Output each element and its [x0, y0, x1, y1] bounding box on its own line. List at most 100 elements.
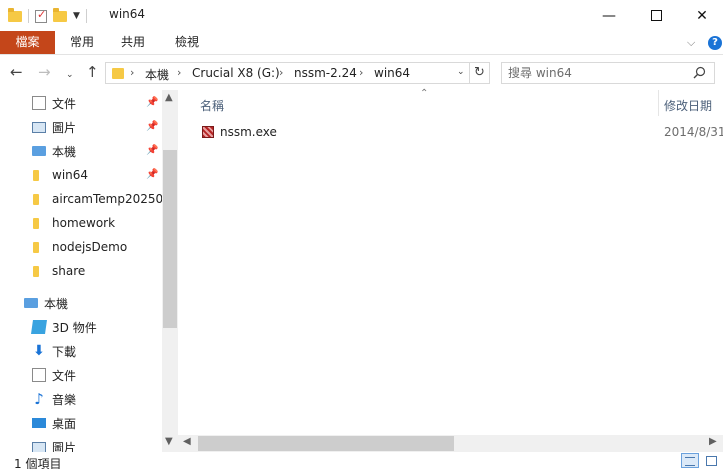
nav-item-label: 本機	[52, 144, 77, 159]
music-icon: ♪	[34, 390, 44, 408]
folder-icon	[33, 170, 39, 181]
nav-item-label: 3D 物件	[52, 320, 97, 335]
address-dropdown-icon[interactable]: ⌄	[457, 67, 465, 77]
navigation-bar: ← → ⌄ ↑ › 本機 › Crucial X8 (G:) › nssm-2.…	[0, 56, 723, 90]
scroll-left-icon[interactable]: ◀	[183, 436, 191, 447]
minimize-button[interactable]: —	[586, 0, 632, 31]
customize-toolbar-icon[interactable]: ▼	[73, 11, 80, 21]
maximize-button[interactable]	[633, 0, 679, 31]
nav-item-3d-objects[interactable]: 3D 物件	[0, 315, 162, 339]
scroll-right-icon[interactable]: ▶	[709, 436, 717, 447]
nav-item-homework[interactable]: homework	[0, 211, 162, 235]
column-header-date-modified[interactable]: 修改日期	[664, 97, 712, 114]
tab-home[interactable]: 常用	[62, 31, 102, 54]
navigation-pane-scrollbar[interactable]: ▲ ▼	[162, 90, 178, 452]
file-list-horizontal-scrollbar[interactable]: ◀ ▶	[178, 435, 723, 452]
folder-icon	[33, 266, 39, 277]
new-folder-icon[interactable]	[53, 7, 67, 22]
this-pc-icon	[24, 298, 38, 308]
desktop-icon	[32, 418, 46, 428]
breadcrumb-nssm[interactable]: nssm-2.24	[294, 66, 357, 80]
folder-icon	[33, 242, 39, 253]
nav-item-documents-pc[interactable]: 文件	[0, 363, 162, 387]
breadcrumb-drive[interactable]: Crucial X8 (G:)	[192, 66, 280, 80]
nav-item-music[interactable]: ♪ 音樂	[0, 387, 162, 411]
folder-icon	[8, 7, 22, 22]
nav-item-label: 桌面	[52, 416, 77, 431]
search-icon[interactable]	[693, 66, 706, 79]
nav-item-label: 圖片	[52, 440, 77, 453]
nav-item-share[interactable]: share	[0, 259, 162, 283]
pictures-icon	[32, 442, 46, 452]
nav-item-this-pc-pinned[interactable]: 本機 📌	[0, 139, 162, 163]
nav-item-downloads[interactable]: ⬇ 下載	[0, 339, 162, 363]
item-count: 1 個項目	[14, 457, 62, 469]
toolbar-divider	[85, 9, 87, 23]
file-date-modified: 2014/8/31	[664, 125, 723, 139]
tab-share[interactable]: 共用	[113, 31, 153, 54]
column-header-name[interactable]: 名稱	[200, 97, 224, 114]
nav-item-pictures[interactable]: 圖片 📌	[0, 115, 162, 139]
details-view-icon[interactable]	[681, 453, 699, 468]
large-icons-view-icon[interactable]	[703, 453, 719, 468]
tab-file[interactable]: 檔案	[0, 31, 55, 54]
back-arrow-icon[interactable]: ←	[10, 64, 23, 80]
tab-view[interactable]: 檢視	[167, 31, 207, 54]
file-row[interactable]: nssm.exe 2014/8/31	[200, 123, 723, 143]
recent-locations-icon[interactable]: ⌄	[66, 67, 74, 83]
status-bar: 1 個項目	[0, 452, 723, 469]
help-icon[interactable]: ?	[708, 36, 722, 50]
nav-item-desktop[interactable]: 桌面	[0, 411, 162, 435]
sort-ascending-icon: ⌃	[420, 88, 429, 99]
ribbon-tabs: 檔案 常用 共用 檢視 ⌵ ?	[0, 31, 723, 55]
breadcrumb-separator[interactable]: ›	[177, 66, 181, 79]
refresh-icon: ↻	[474, 65, 485, 80]
navigation-pane: 文件 📌 圖片 📌 本機 📌 win64 📌 aircamTemp202502 …	[0, 90, 178, 452]
folder-icon	[33, 218, 39, 229]
window-title: win64	[109, 7, 146, 21]
nav-item-documents[interactable]: 文件 📌	[0, 91, 162, 115]
downloads-icon: ⬇	[33, 343, 45, 359]
nav-item-pictures-pc[interactable]: 圖片	[0, 435, 162, 452]
forward-arrow-icon[interactable]: →	[38, 64, 51, 80]
pin-icon[interactable]: 📌	[146, 97, 158, 108]
nav-item-this-pc[interactable]: 本機	[0, 291, 162, 315]
this-pc-icon	[32, 146, 46, 156]
up-arrow-icon[interactable]: ↑	[86, 64, 99, 80]
pin-icon[interactable]: 📌	[146, 121, 158, 132]
pin-icon[interactable]: 📌	[146, 145, 158, 156]
file-list: ⌃ 名稱 修改日期 nssm.exe 2014/8/31	[178, 88, 723, 452]
file-name: nssm.exe	[220, 125, 277, 139]
breadcrumb-separator[interactable]: ›	[130, 66, 134, 79]
breadcrumb-separator[interactable]: ›	[359, 66, 363, 79]
address-bar[interactable]: › 本機 › Crucial X8 (G:) › nssm-2.24 › win…	[105, 62, 470, 84]
nav-item-label: win64	[52, 168, 89, 182]
nav-item-label: 圖片	[52, 120, 77, 135]
nav-item-nodejsdemo[interactable]: nodejsDemo	[0, 235, 162, 259]
scroll-down-icon[interactable]: ▼	[165, 436, 173, 447]
search-box[interactable]	[501, 62, 715, 84]
nav-item-label: share	[52, 264, 86, 278]
breadcrumb-this-pc[interactable]: 本機	[145, 66, 169, 83]
breadcrumb-win64[interactable]: win64	[374, 66, 410, 80]
nav-item-aircamtemp[interactable]: aircamTemp202502	[0, 187, 171, 211]
pin-icon[interactable]: 📌	[146, 169, 158, 180]
refresh-button[interactable]: ↻	[470, 62, 490, 84]
folder-icon	[33, 194, 39, 205]
search-input[interactable]	[508, 65, 678, 81]
expand-ribbon-icon[interactable]: ⌵	[687, 36, 695, 50]
scrollbar-thumb[interactable]	[163, 150, 177, 328]
nav-item-win64[interactable]: win64 📌	[0, 163, 162, 187]
column-divider[interactable]	[658, 90, 659, 116]
close-button[interactable]: ✕	[679, 0, 723, 31]
maximize-icon	[650, 10, 662, 21]
properties-icon[interactable]	[35, 8, 47, 23]
close-icon: ✕	[696, 7, 708, 24]
nav-item-label: nodejsDemo	[52, 240, 128, 254]
scrollbar-thumb[interactable]	[198, 436, 454, 451]
scroll-up-icon[interactable]: ▲	[165, 92, 173, 103]
breadcrumb-separator[interactable]: ›	[279, 66, 283, 79]
exe-icon	[202, 126, 214, 138]
minimize-icon: —	[602, 7, 616, 24]
title-bar: ▼ win64 — ✕	[0, 0, 723, 31]
